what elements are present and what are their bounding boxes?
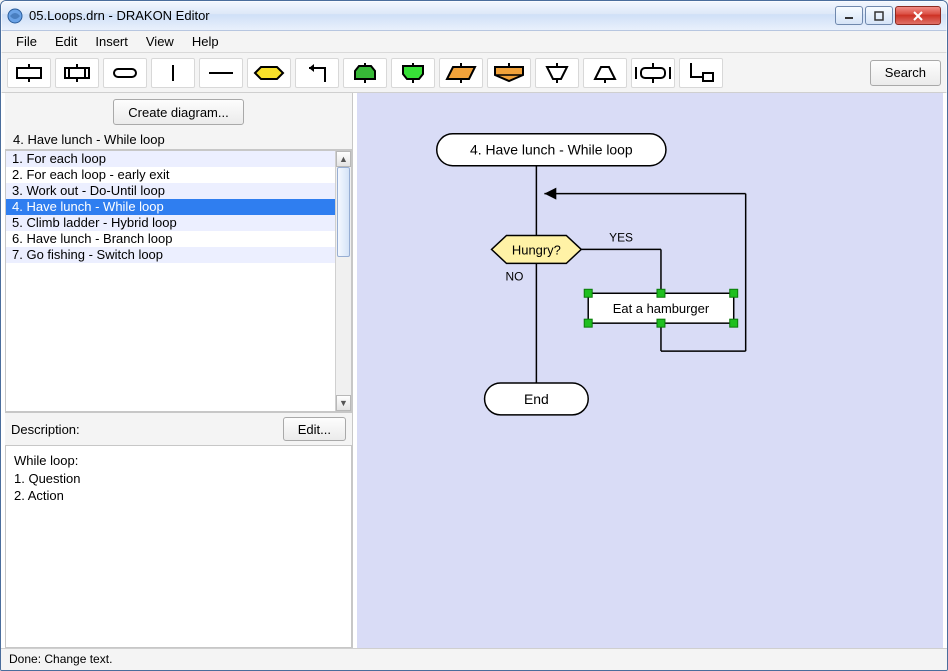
body: Create diagram... 4. Have lunch - While … — [5, 93, 943, 648]
svg-text:End: End — [524, 391, 549, 407]
description-header: Description: Edit... — [5, 412, 352, 445]
window-buttons — [835, 6, 941, 25]
diagram-canvas[interactable]: 4. Have lunch - While loop Hungry? YES N… — [357, 93, 943, 648]
menu-help[interactable]: Help — [183, 32, 228, 51]
minimize-button[interactable] — [835, 6, 863, 25]
tool-horizontal-line-icon[interactable] — [199, 58, 243, 88]
list-item[interactable]: 1. For each loop — [6, 151, 335, 167]
tool-shelf-down-icon[interactable] — [487, 58, 531, 88]
yes-label: YES — [609, 230, 633, 244]
svg-text:4. Have lunch - While loop: 4. Have lunch - While loop — [470, 142, 633, 158]
tool-subprogram-box-icon[interactable] — [55, 58, 99, 88]
list-item-selected[interactable]: 4. Have lunch - While loop — [6, 199, 335, 215]
svg-text:Eat a hamburger: Eat a hamburger — [613, 301, 710, 316]
tool-question-hex-icon[interactable] — [247, 58, 291, 88]
titlebar: 05.Loops.drn - DRAKON Editor — [1, 1, 947, 31]
current-diagram-label: 4. Have lunch - While loop — [5, 129, 352, 150]
list-item[interactable]: 3. Work out - Do-Until loop — [6, 183, 335, 199]
list-item[interactable]: 5. Climb ladder - Hybrid loop — [6, 215, 335, 231]
tool-rect-side-bars-icon[interactable] — [631, 58, 675, 88]
diagram-title-node[interactable]: 4. Have lunch - While loop — [437, 134, 666, 166]
list-item[interactable]: 2. For each loop - early exit — [6, 167, 335, 183]
scroll-thumb[interactable] — [337, 167, 350, 257]
left-panel: Create diagram... 4. Have lunch - While … — [5, 93, 353, 648]
no-label: NO — [505, 269, 523, 283]
tool-action-box-icon[interactable] — [7, 58, 51, 88]
diagram-action-node-selected[interactable]: Eat a hamburger — [584, 289, 737, 327]
toolbar: Search — [1, 53, 947, 93]
description-text: While loop: 1. Question 2. Action — [5, 445, 352, 648]
maximize-button[interactable] — [865, 6, 893, 25]
status-bar: Done: Change text. — [1, 648, 947, 670]
menu-view[interactable]: View — [137, 32, 183, 51]
description-label: Description: — [11, 422, 80, 437]
menu-file[interactable]: File — [7, 32, 46, 51]
status-text: Done: Change text. — [9, 652, 112, 666]
tool-parallelogram-icon[interactable] — [439, 58, 483, 88]
scroll-down-icon[interactable]: ▼ — [336, 395, 351, 411]
tool-end-loop-icon[interactable] — [391, 58, 435, 88]
menu-bar: File Edit Insert View Help — [1, 31, 947, 53]
tool-vertical-line-icon[interactable] — [151, 58, 195, 88]
diagram-question-node[interactable]: Hungry? — [492, 235, 582, 263]
close-button[interactable] — [895, 6, 941, 25]
search-button[interactable]: Search — [870, 60, 941, 86]
app-window: 05.Loops.drn - DRAKON Editor File Edit I… — [0, 0, 948, 671]
menu-edit[interactable]: Edit — [46, 32, 86, 51]
app-icon — [7, 8, 23, 24]
tool-cup-down-icon[interactable] — [535, 58, 579, 88]
scroll-up-icon[interactable]: ▲ — [336, 151, 351, 167]
edit-description-button[interactable]: Edit... — [283, 417, 346, 441]
window-title: 05.Loops.drn - DRAKON Editor — [29, 8, 835, 23]
create-diagram-button[interactable]: Create diagram... — [113, 99, 243, 125]
list-scrollbar[interactable]: ▲ ▼ — [335, 151, 351, 411]
tool-bracket-connector-icon[interactable] — [679, 58, 723, 88]
tool-cap-up-icon[interactable] — [583, 58, 627, 88]
diagram-end-node[interactable]: End — [485, 383, 589, 415]
tool-arrow-up-left-icon[interactable] — [295, 58, 339, 88]
menu-insert[interactable]: Insert — [86, 32, 137, 51]
list-item[interactable]: 7. Go fishing - Switch loop — [6, 247, 335, 263]
diagram-list: 1. For each loop 2. For each loop - earl… — [5, 150, 352, 412]
svg-text:Hungry?: Hungry? — [512, 242, 561, 257]
list-item[interactable]: 6. Have lunch - Branch loop — [6, 231, 335, 247]
tool-terminator-oval-icon[interactable] — [103, 58, 147, 88]
tool-begin-loop-icon[interactable] — [343, 58, 387, 88]
